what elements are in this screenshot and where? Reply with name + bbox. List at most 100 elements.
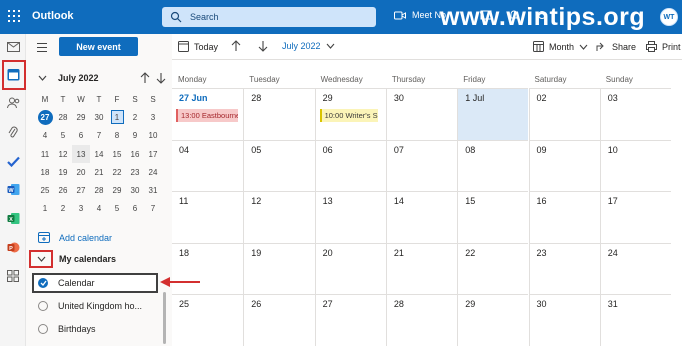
- mini-calendar-day[interactable]: 12: [54, 145, 72, 163]
- mini-calendar-day[interactable]: 7: [90, 127, 108, 145]
- share-button[interactable]: Share: [596, 41, 636, 52]
- day-cell[interactable]: 06: [314, 140, 386, 191]
- day-cell[interactable]: 30: [385, 88, 458, 140]
- mini-calendar-day[interactable]: 1: [36, 200, 54, 218]
- day-cell[interactable]: 09: [528, 140, 600, 191]
- mini-calendar-day[interactable]: 11: [36, 145, 54, 163]
- day-cell[interactable]: 20: [314, 243, 386, 294]
- month-picker[interactable]: July 2022: [282, 41, 335, 51]
- mini-calendar-day[interactable]: 3: [144, 108, 162, 126]
- avatar[interactable]: WT: [660, 8, 678, 26]
- day-cell[interactable]: 21: [385, 243, 458, 294]
- mini-calendar-day[interactable]: 28: [54, 108, 72, 126]
- calendar-icon[interactable]: [6, 67, 20, 81]
- day-cell[interactable]: 08: [457, 140, 529, 191]
- arrow-down-icon[interactable]: [156, 72, 166, 84]
- mini-calendar-day[interactable]: 7: [144, 200, 162, 218]
- mini-calendar-day[interactable]: 28: [90, 181, 108, 199]
- mini-calendar-day[interactable]: 1: [108, 108, 126, 126]
- day-cell[interactable]: 03: [599, 88, 672, 140]
- mail-icon[interactable]: [6, 40, 20, 54]
- day-cell[interactable]: 19: [243, 243, 315, 294]
- calendar-item-calendar[interactable]: Calendar: [32, 273, 158, 293]
- checked-icon[interactable]: [38, 278, 48, 288]
- calendar-item-birthdays[interactable]: Birthdays: [32, 319, 158, 339]
- day-cell[interactable]: 1 Jul: [457, 88, 529, 140]
- day-cell[interactable]: 28: [243, 88, 315, 140]
- mini-calendar-day[interactable]: 13: [72, 144, 90, 164]
- mini-calendar-day[interactable]: 27: [72, 181, 90, 199]
- event-eastbourne[interactable]: 13:00 Eastbourne: [176, 109, 238, 122]
- today-button[interactable]: Today: [178, 41, 218, 52]
- day-cell[interactable]: 23: [528, 243, 600, 294]
- add-calendar-link[interactable]: Add calendar: [38, 232, 112, 243]
- more-apps-icon[interactable]: [6, 269, 20, 283]
- mini-calendar-day[interactable]: 27: [36, 108, 54, 126]
- mini-calendar-day[interactable]: 26: [54, 181, 72, 199]
- day-cell[interactable]: 27 Jun 13:00 Eastbourne: [172, 88, 244, 140]
- arrow-down-icon[interactable]: [258, 40, 268, 52]
- mini-calendar-day[interactable]: 10: [144, 127, 162, 145]
- mini-calendar-day[interactable]: 8: [108, 127, 126, 145]
- view-switcher[interactable]: Month: [533, 41, 588, 52]
- day-cell[interactable]: 28: [385, 294, 458, 346]
- day-cell[interactable]: 11: [172, 191, 244, 243]
- day-cell[interactable]: 30: [528, 294, 600, 346]
- event-writers-summit[interactable]: 10:00 Writer's Su: [319, 109, 378, 122]
- search-box[interactable]: Search: [162, 7, 376, 27]
- mini-calendar-day[interactable]: 15: [108, 145, 126, 163]
- unchecked-icon[interactable]: [38, 324, 48, 334]
- mini-calendar-day[interactable]: 14: [90, 145, 108, 163]
- day-cell[interactable]: 25: [172, 294, 244, 346]
- paperclip-icon[interactable]: [6, 125, 20, 139]
- mini-calendar-day[interactable]: 29: [72, 108, 90, 126]
- word-icon[interactable]: W: [6, 182, 20, 196]
- calendar-item-uk-holidays[interactable]: United Kingdom ho...: [32, 296, 158, 316]
- powerpoint-icon[interactable]: P: [6, 240, 20, 254]
- mini-calendar-day[interactable]: 2: [54, 200, 72, 218]
- day-cell[interactable]: 07: [385, 140, 458, 191]
- mini-calendar-day[interactable]: 6: [126, 200, 144, 218]
- day-cell[interactable]: 26: [243, 294, 315, 346]
- new-event-button[interactable]: New event: [59, 37, 138, 56]
- day-cell[interactable]: 02: [528, 88, 600, 140]
- mini-calendar-day[interactable]: 29: [108, 181, 126, 199]
- day-cell[interactable]: 29 10:00 Writer's Su: [314, 88, 386, 140]
- day-cell[interactable]: 29: [457, 294, 529, 346]
- day-cell[interactable]: 10: [599, 140, 672, 191]
- mini-calendar-day[interactable]: 22: [108, 163, 126, 181]
- mini-calendar-day[interactable]: 4: [90, 200, 108, 218]
- mini-calendar-day[interactable]: 5: [108, 200, 126, 218]
- people-icon[interactable]: [6, 96, 20, 110]
- day-cell[interactable]: 05: [243, 140, 315, 191]
- mini-calendar-day[interactable]: 19: [54, 163, 72, 181]
- arrow-up-icon[interactable]: [140, 72, 150, 84]
- day-cell[interactable]: 18: [172, 243, 244, 294]
- todo-icon[interactable]: [6, 154, 20, 168]
- mini-calendar-day[interactable]: 31: [144, 181, 162, 199]
- mini-calendar-day[interactable]: 9: [126, 127, 144, 145]
- my-calendars-toggle[interactable]: [29, 250, 53, 268]
- mini-calendar-day[interactable]: 16: [126, 145, 144, 163]
- day-cell[interactable]: 04: [172, 140, 244, 191]
- mini-calendar-day[interactable]: 3: [72, 200, 90, 218]
- mini-calendar-day[interactable]: 23: [126, 163, 144, 181]
- unchecked-icon[interactable]: [38, 301, 48, 311]
- menu-icon[interactable]: [37, 43, 47, 55]
- mini-calendar-day[interactable]: 20: [72, 163, 90, 181]
- mini-calendar-day[interactable]: 6: [72, 127, 90, 145]
- mini-calendar-day[interactable]: 18: [36, 163, 54, 181]
- day-cell[interactable]: 22: [457, 243, 529, 294]
- day-cell[interactable]: 31: [599, 294, 672, 346]
- mini-calendar-day[interactable]: 24: [144, 163, 162, 181]
- mini-calendar-day[interactable]: 4: [36, 127, 54, 145]
- day-cell[interactable]: 12: [243, 191, 315, 243]
- print-button[interactable]: Print: [646, 41, 681, 52]
- side-scrollbar[interactable]: [163, 292, 166, 344]
- mini-calendar-day[interactable]: 25: [36, 181, 54, 199]
- mini-calendar-day[interactable]: 2: [126, 108, 144, 126]
- day-cell[interactable]: 16: [528, 191, 600, 243]
- excel-icon[interactable]: X: [6, 211, 20, 225]
- day-cell[interactable]: 13: [314, 191, 386, 243]
- mini-calendar-day[interactable]: 5: [54, 127, 72, 145]
